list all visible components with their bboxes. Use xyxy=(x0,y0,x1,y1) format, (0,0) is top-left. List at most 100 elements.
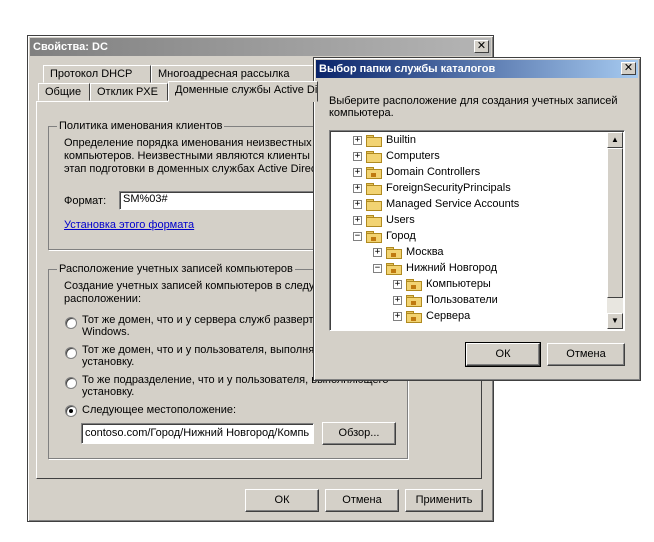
tree-node[interactable]: + Москва xyxy=(330,244,604,260)
location-path-input[interactable]: contoso.com/Город/Нижний Новгород/Компь xyxy=(81,423,314,444)
tab-ad-ds[interactable]: Доменные службы Active Directory xyxy=(168,81,318,102)
folder-icon xyxy=(366,215,382,227)
scroll-thumb[interactable] xyxy=(607,148,623,298)
ou-badge-icon xyxy=(391,253,396,257)
tree-node[interactable]: + Компьютеры xyxy=(330,276,604,292)
location-desc-line-1: Создание учетных записей компьютеров в с… xyxy=(64,280,315,292)
scroll-down-icon[interactable]: ▼ xyxy=(607,313,623,329)
folder-browse-dialog: Выбор папки службы каталогов ✕ Выберите … xyxy=(313,57,641,381)
tree-node[interactable]: + Domain Controllers xyxy=(330,164,604,180)
tree-node-label: Нижний Новгород xyxy=(406,262,498,274)
tab-label: Многоадресная рассылка xyxy=(158,68,290,80)
tree-node-label: Managed Service Accounts xyxy=(386,198,520,210)
ou-folder-icon xyxy=(386,263,402,275)
tree-node-label: Domain Controllers xyxy=(386,166,481,178)
folder-prompt-line-1: Выберите расположение для создания учетн… xyxy=(329,95,618,107)
expand-icon[interactable]: + xyxy=(353,168,362,177)
radio-label: установку. xyxy=(82,386,135,398)
tree-node-label: Город xyxy=(386,230,416,242)
tree-node-label: Users xyxy=(386,214,415,226)
expand-icon[interactable]: + xyxy=(353,152,362,161)
apply-button[interactable]: Применить xyxy=(405,489,483,512)
account-location-legend: Расположение учетных записей компьютеров xyxy=(57,263,295,275)
format-label: Формат: xyxy=(64,195,107,207)
expand-icon[interactable]: + xyxy=(353,136,362,145)
tree-node-label: Сервера xyxy=(426,310,471,322)
naming-desc-line-2: компьютеров. Неизвестными являются клиен… xyxy=(64,150,310,162)
collapse-icon[interactable]: − xyxy=(353,232,362,241)
radio-same-ou-user[interactable] xyxy=(65,377,77,389)
tree-node[interactable]: + Пользователи xyxy=(330,292,604,308)
ou-folder-icon xyxy=(406,295,422,307)
naming-policy-legend: Политика именования клиентов xyxy=(57,120,225,132)
ou-folder-icon xyxy=(406,279,422,291)
collapse-icon[interactable]: − xyxy=(373,264,382,273)
tab-label: Общие xyxy=(45,86,82,98)
tree-node[interactable]: − Город xyxy=(330,228,604,244)
tree-node-label: ForeignSecurityPrincipals xyxy=(386,182,511,194)
radio-same-domain-server[interactable] xyxy=(65,317,77,329)
tree-node[interactable]: + Users xyxy=(330,212,604,228)
properties-title: Свойства: DC xyxy=(33,41,108,53)
ou-badge-icon xyxy=(411,301,416,305)
tab-general[interactable]: Общие xyxy=(38,83,90,101)
tab-dhcp[interactable]: Протокол DHCP xyxy=(43,65,151,83)
ou-folder-icon xyxy=(366,167,382,179)
expand-icon[interactable]: + xyxy=(353,184,362,193)
close-icon[interactable]: ✕ xyxy=(474,40,489,53)
radio-label: Тот же домен, что и у пользователя, выпо… xyxy=(82,344,315,356)
tree-node[interactable]: + Computers xyxy=(330,148,604,164)
browse-button[interactable]: Обзор... xyxy=(322,422,396,445)
tree-node[interactable]: + Builtin xyxy=(330,132,604,148)
ou-badge-icon xyxy=(371,237,376,241)
close-icon[interactable]: ✕ xyxy=(621,62,636,75)
folder-icon xyxy=(366,151,382,163)
ou-badge-icon xyxy=(391,269,396,273)
ou-badge-icon xyxy=(411,317,416,321)
radio-label: Windows. xyxy=(82,326,130,338)
folder-dialog-title-bar[interactable]: Выбор папки службы каталогов ✕ xyxy=(316,60,638,78)
cancel-button[interactable]: Отмена xyxy=(325,489,399,512)
radio-label: Следующее местоположение: xyxy=(82,404,237,416)
naming-desc-line-1: Определение порядка именования неизвестн… xyxy=(64,137,312,149)
folder-icon xyxy=(366,183,382,195)
folder-dialog-title: Выбор папки службы каталогов xyxy=(319,63,496,75)
tab-pxe-response[interactable]: Отклик PXE xyxy=(90,83,168,101)
setup-format-link[interactable]: Установка этого формата xyxy=(64,219,194,231)
expand-icon[interactable]: + xyxy=(373,248,382,257)
expand-icon[interactable]: + xyxy=(393,280,402,289)
tab-label: Доменные службы Active Directory xyxy=(175,84,318,96)
tree-node-label: Пользователи xyxy=(426,294,498,306)
folder-icon xyxy=(366,135,382,147)
radio-same-domain-user[interactable] xyxy=(65,347,77,359)
tree-node[interactable]: + Сервера xyxy=(330,308,604,324)
tree-node[interactable]: + ForeignSecurityPrincipals xyxy=(330,180,604,196)
ou-badge-icon xyxy=(371,173,376,177)
properties-title-bar[interactable]: Свойства: DC ✕ xyxy=(30,38,491,56)
expand-icon[interactable]: + xyxy=(353,216,362,225)
folder-tree[interactable]: + Builtin + Computers + Domain Controllers + Fo… xyxy=(329,130,625,331)
tree-node[interactable]: + Managed Service Accounts xyxy=(330,196,604,212)
ou-folder-icon xyxy=(406,311,422,323)
tree-scrollbar[interactable]: ▲ ▼ xyxy=(607,132,623,329)
radio-following-location[interactable] xyxy=(65,405,77,417)
format-input[interactable]: SM%03# xyxy=(119,191,319,210)
ou-folder-icon xyxy=(386,247,402,259)
expand-icon[interactable]: + xyxy=(393,296,402,305)
tab-label: Отклик PXE xyxy=(97,86,158,98)
folder-ok-button[interactable]: ОК xyxy=(465,342,541,367)
tree-node-label: Builtin xyxy=(386,134,416,146)
folder-prompt-line-2: компьютера. xyxy=(329,107,394,119)
radio-label: Тот же домен, что и у сервера служб разв… xyxy=(82,314,314,326)
folder-cancel-button[interactable]: Отмена xyxy=(547,343,625,366)
tree-node[interactable]: − Нижний Новгород xyxy=(330,260,604,276)
expand-icon[interactable]: + xyxy=(393,312,402,321)
folder-icon xyxy=(366,199,382,211)
ok-button[interactable]: ОК xyxy=(245,489,319,512)
scroll-up-icon[interactable]: ▲ xyxy=(607,132,623,148)
radio-label: установку. xyxy=(82,356,135,368)
expand-icon[interactable]: + xyxy=(353,200,362,209)
tab-label: Протокол DHCP xyxy=(50,68,133,80)
tree-node-label: Компьютеры xyxy=(426,278,491,290)
ou-folder-icon xyxy=(366,231,382,243)
